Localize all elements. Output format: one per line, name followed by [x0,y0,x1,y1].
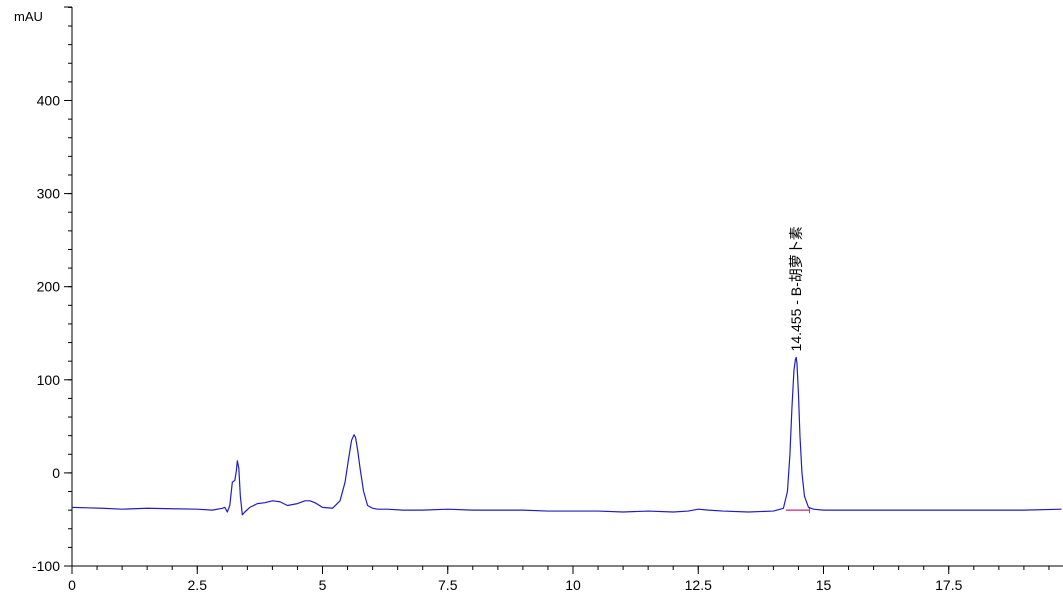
series-layer [71,356,1062,516]
y-unit-label: mAU [14,9,43,24]
y-tick-label: 300 [37,186,61,202]
axes: mAU [14,6,1063,567]
x-tick-label: 15 [816,577,832,593]
y-tick-label: 100 [37,372,61,388]
y-tick-label: 400 [37,93,61,109]
x-tick-label: 2.5 [188,577,208,593]
x-tick-label: 0 [68,577,76,593]
y-tick-label: 0 [52,465,60,481]
integration-baseline [785,507,810,514]
annotations: 14.455 - B-胡萝卜素 [788,226,804,351]
peak-label: 14.455 - B-胡萝卜素 [788,226,804,351]
x-tick-label: 10 [565,577,581,593]
x-tick-label: 7.5 [438,577,458,593]
x-tick-label: 5 [319,577,327,593]
x-tick-label: 12.5 [685,577,712,593]
chromatogram-trace [71,356,1062,516]
ticks: 0 2.5 5 7.5 10 12.5 15 17.5 -100 0 100 200 300 400 [32,6,1050,593]
chromatogram-chart: mAU 0 2.5 5 7.5 10 12.5 15 17.5 -100 0 100 200 300 40… [14,6,1063,593]
y-tick-label: -100 [32,558,60,574]
y-tick-label: 200 [37,279,61,295]
x-tick-label: 17.5 [935,577,962,593]
